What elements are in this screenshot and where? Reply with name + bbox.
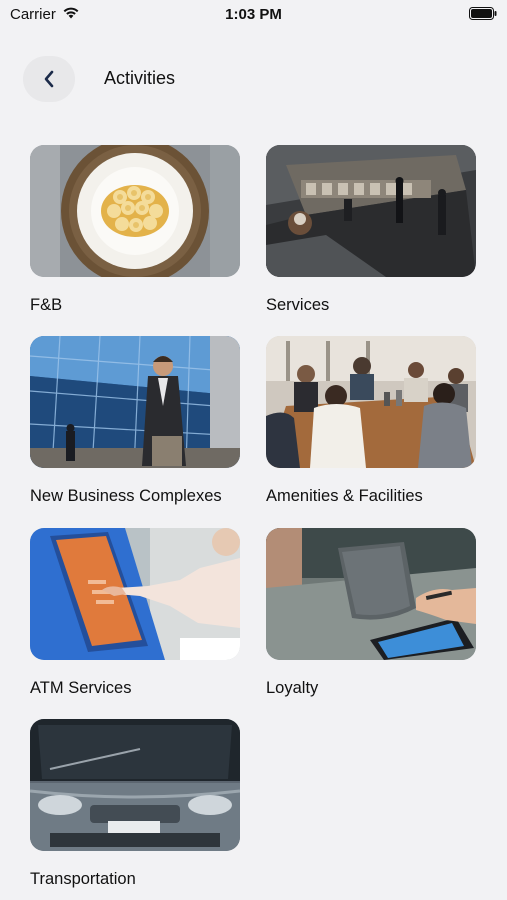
activity-card-atm[interactable]: ATM Services — [30, 528, 240, 697]
food-plate-photo — [30, 145, 240, 277]
mall-overview-photo — [266, 145, 476, 277]
business-building-photo — [30, 336, 240, 468]
activity-label: ATM Services — [30, 679, 132, 697]
meeting-table-photo — [266, 336, 476, 468]
activity-label: F&B — [30, 296, 63, 314]
activity-label: Transportation — [30, 870, 136, 888]
activity-label: New Business Complexes — [30, 487, 222, 505]
payment-terminal-photo — [266, 528, 476, 660]
atm-kiosk-photo — [30, 528, 240, 660]
activity-label: Amenities & Facilities — [266, 487, 423, 505]
activity-card-fnb[interactable]: F&B — [30, 145, 240, 314]
activity-card-transportation[interactable]: Transportation — [30, 719, 240, 888]
activity-label: Services — [266, 296, 330, 314]
activity-card-business-complexes[interactable]: New Business Complexes — [30, 336, 240, 505]
bus-front-photo — [30, 719, 240, 851]
activities-grid: F&B Services New Business Complexes Amen… — [0, 0, 507, 900]
activity-card-amenities[interactable]: Amenities & Facilities — [266, 336, 476, 505]
activity-label: Loyalty — [266, 679, 319, 697]
activity-card-services[interactable]: Services — [266, 145, 476, 314]
activity-card-loyalty[interactable]: Loyalty — [266, 528, 476, 697]
